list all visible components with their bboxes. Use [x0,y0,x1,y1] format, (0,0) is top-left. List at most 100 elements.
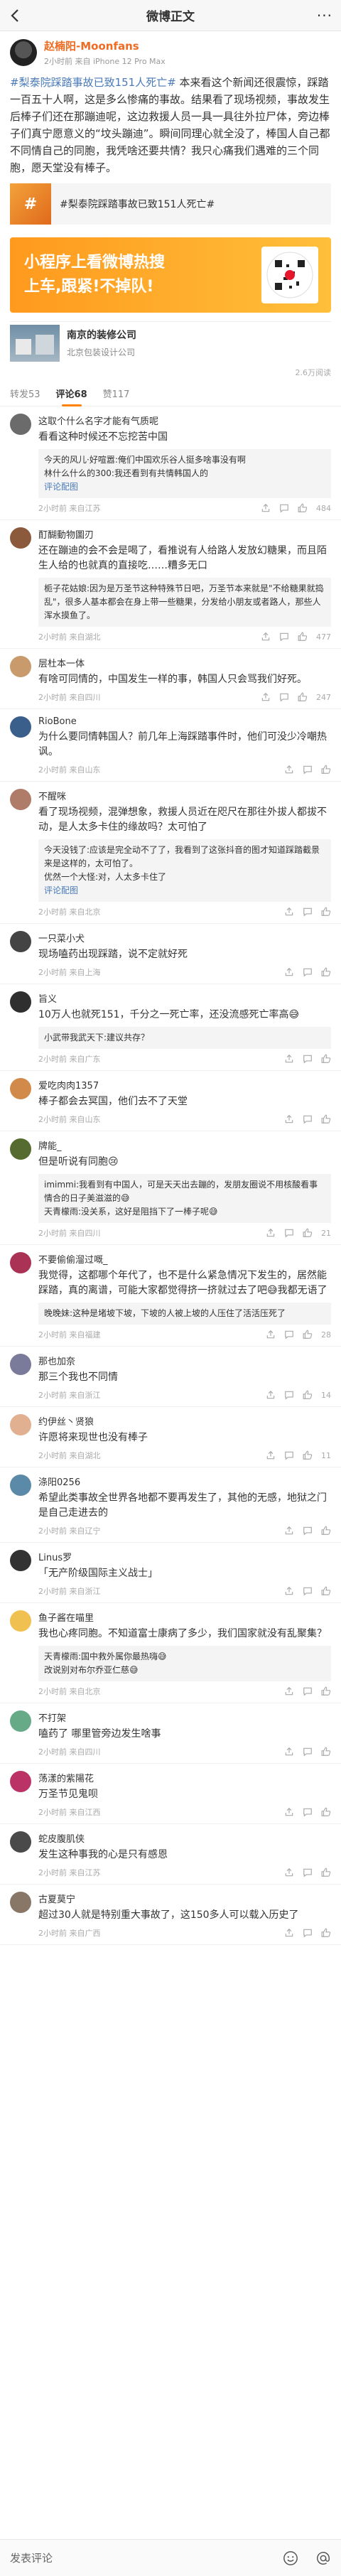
comment-icon[interactable] [284,1228,294,1238]
commenter-avatar[interactable] [10,991,31,1013]
tab-comments[interactable]: 评论68 [56,384,87,406]
author-name[interactable]: 赵楠阳-Moonfans [44,38,166,53]
like-icon[interactable] [321,907,331,917]
commenter-avatar[interactable] [10,1710,31,1732]
comment-icon[interactable] [303,1928,313,1938]
commenter-avatar[interactable] [10,1078,31,1099]
post-author[interactable]: 赵楠阳-Moonfans 2小时前 来自 iPhone 12 Pro Max [10,38,331,67]
commenter-name[interactable]: Linus罗 [38,1550,331,1563]
share-icon[interactable] [284,1807,294,1817]
tab-likes[interactable]: 赞117 [103,384,130,406]
commenter-avatar[interactable] [10,414,31,435]
more-menu-icon[interactable]: ··· [317,7,332,24]
share-icon[interactable] [284,1586,294,1596]
commenter-name[interactable]: 那也加奈 [38,1354,331,1367]
comment-icon[interactable] [303,1747,313,1757]
comment-icon[interactable] [303,1586,313,1596]
reply-box[interactable]: 晚晚妹:这种是堵坡下坡，下坡的人被上坡的人压住了活活压死了 [38,1303,331,1325]
comment-icon[interactable] [284,1390,294,1400]
share-icon[interactable] [266,1390,276,1400]
commenter-avatar[interactable] [10,656,31,677]
like-icon[interactable] [298,503,308,513]
commenter-avatar[interactable] [10,1610,31,1632]
like-icon[interactable] [321,1807,331,1817]
commenter-avatar[interactable] [10,931,31,952]
commenter-name[interactable]: 涤阳0256 [38,1475,331,1488]
commenter-avatar[interactable] [10,1550,31,1571]
commenter-name[interactable]: 蛇皮腹肌侠 [38,1831,331,1845]
commenter-name[interactable]: 牌能_ [38,1138,331,1152]
like-icon[interactable] [321,1928,331,1938]
comment-item[interactable]: 酊醐動物圖刃 还在蹦迪的会不会是喝了，看推说有人给路人发放幻糖果，而且陌生人给的也… [0,520,341,649]
like-icon[interactable] [321,1114,331,1124]
commenter-name[interactable]: 荡漾的紫陽花 [38,1771,331,1784]
back-arrow-icon[interactable] [7,7,24,24]
commenter-avatar[interactable] [10,789,31,810]
share-icon[interactable] [266,1450,276,1460]
comment-item[interactable]: 不打架 嗑药了 哪里管旁边发生啥事 2小时前 来自四川 [0,1703,341,1764]
comment-icon[interactable] [279,692,289,702]
comment-item[interactable]: 荡漾的紫陽花 万圣节见鬼呗 2小时前 来自江西 [0,1764,341,1824]
share-icon[interactable] [284,967,294,977]
mini-program-banner[interactable]: 小程序上看微博热搜 上车,跟紧!不掉队! [10,237,331,313]
like-icon[interactable] [303,1450,313,1460]
reply-box[interactable]: 天青檬雨:国中救外属你最热嗨😅 改说别对布尔乔亚仁慈😅 [38,1646,331,1681]
commenter-avatar[interactable] [10,1892,31,1913]
commenter-name[interactable]: 不醒咪 [38,789,331,802]
comment-icon[interactable] [279,503,289,513]
share-icon[interactable] [261,632,271,642]
commenter-name[interactable]: 一只菜小犬 [38,931,331,944]
comment-item[interactable]: Linus罗 「无产阶级国际主义战士」 2小时前 来自浙江 [0,1543,341,1603]
comment-item[interactable]: 约伊丝丶贤狼 许愿将来现世也没有棒子 2小时前 来自湖北 11 [0,1407,341,1467]
comment-item[interactable]: 层杜本一体 有啥可同情的，中国发生一样的事，韩国人只会骂我们好死。 2小时前 来自四… [0,649,341,709]
commenter-name[interactable]: 不打架 [38,1710,331,1724]
share-icon[interactable] [284,907,294,917]
like-icon[interactable] [321,967,331,977]
comment-item[interactable]: 古夏莫宁 超过30人就是特别重大事故了，这150多人可以载入历史了 2小时前 来自广… [0,1885,341,1945]
share-icon[interactable] [261,503,271,513]
commenter-name[interactable]: 不要偷偷溜过嘅_ [38,1252,331,1266]
comment-icon[interactable] [284,1330,294,1340]
commenter-name[interactable]: 这取个什么名字才能有气质呢 [38,414,331,427]
comment-icon[interactable] [303,967,313,977]
commenter-name[interactable]: 古夏莫宁 [38,1892,331,1905]
comment-item[interactable]: 涤阳0256 希望此类事故全世界各地都不要再发生了，其他的无感，地狱之门是自己走进… [0,1467,341,1543]
comment-icon[interactable] [284,1450,294,1460]
like-icon[interactable] [321,1054,331,1064]
comment-icon[interactable] [303,1114,313,1124]
reply-box[interactable]: 栀子花姑娘:因为是万圣节这种特殊节日吧，万圣节本来就是"不给糖果就捣乱"，很多人… [38,578,331,627]
share-icon[interactable] [284,1868,294,1877]
comment-icon[interactable] [303,1686,313,1696]
share-icon[interactable] [261,692,271,702]
comment-icon[interactable] [303,1526,313,1536]
comment-icon[interactable] [303,1054,313,1064]
reply-image-link[interactable]: 评论配图 [44,884,325,898]
comment-item[interactable]: 这取个什么名字才能有气质呢 看看这种时候还不忘挖苦中国 今天的风儿·好喧嚣:俺们中国… [0,406,341,520]
commenter-name[interactable]: 层杜本一体 [38,656,331,669]
ad-card[interactable]: 南京的装修公司 北京包装设计公司 [10,321,331,364]
commenter-name[interactable]: 爱吃肉肉1357 [38,1078,331,1092]
share-icon[interactable] [284,765,294,775]
reply-box[interactable]: 今天没钱了:应该是完全动不了了，我看到了这张抖音的图才知道踩踏截景来是这样的，太… [38,839,331,902]
commenter-name[interactable]: 鱼子酱在喵里 [38,1610,331,1624]
commenter-avatar[interactable] [10,1138,31,1160]
like-icon[interactable] [303,1228,313,1238]
commenter-avatar[interactable] [10,1475,31,1496]
share-icon[interactable] [284,1928,294,1938]
commenter-name[interactable]: 酊醐動物圖刃 [38,527,331,541]
reply-box[interactable]: 今天的风儿·好喧嚣:俺们中国欢乐谷人挺多啥事没有啊 林什么什么的300:我还看到有… [38,449,331,498]
commenter-avatar[interactable] [10,1771,31,1792]
share-icon[interactable] [266,1228,276,1238]
like-icon[interactable] [298,692,308,702]
comment-item[interactable]: 牌能_ 但是听说有同胞😢 imimmi:我看到有中国人，可是天天出去蹦的，发朋友圈说… [0,1131,341,1245]
comment-item[interactable]: 旨义 10万人也就死151，千分之一死亡率，还没流感死亡率高😅 小武带我武天下:建议… [0,984,341,1071]
topic-link[interactable]: #梨泰院踩踏事故已致151人死亡# [10,76,176,89]
comment-icon[interactable] [303,907,313,917]
like-icon[interactable] [321,1868,331,1877]
comment-item[interactable]: 鱼子酱在喵里 我也心疼同胞。不知道富士康病了多少，我们国家就没有乱聚集？ 天青檬雨:… [0,1603,341,1703]
comment-item[interactable]: 不醒咪 看了现场视频，混弹想象，救援人员近在咫尺在那往外拔人都拔不动，是人太多卡住… [0,782,341,924]
commenter-name[interactable]: 约伊丝丶贤狼 [38,1414,331,1428]
comment-input[interactable]: 发表评论 [10,2550,266,2565]
reply-image-link[interactable]: 评论配图 [44,480,325,494]
comment-item[interactable]: 不要偷偷溜过嘅_ 我觉得，这都哪个年代了，也不是什么紧急情况下发生的，居然能踩踏，… [0,1245,341,1347]
